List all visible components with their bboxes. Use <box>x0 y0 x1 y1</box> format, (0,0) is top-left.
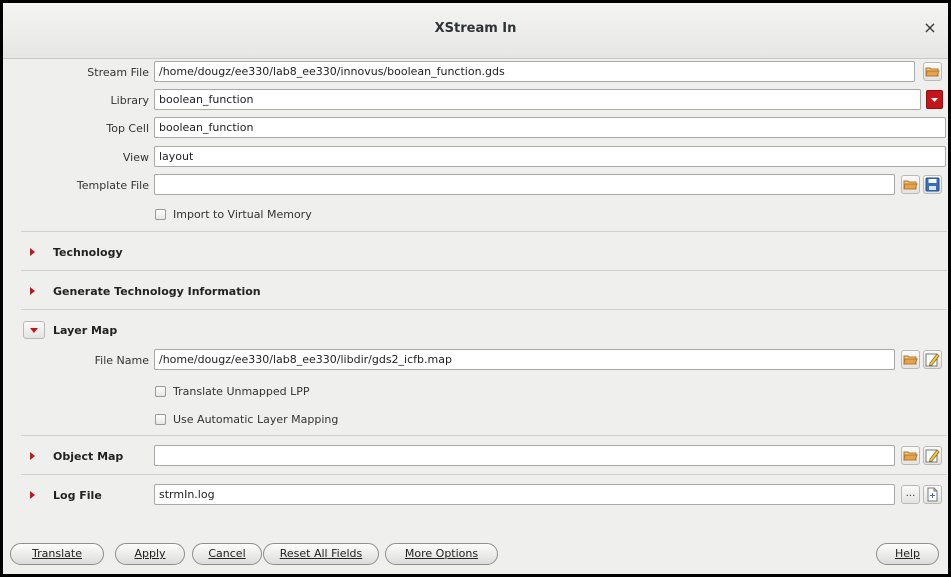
divider <box>21 231 947 232</box>
section-technology[interactable]: Technology <box>53 246 123 259</box>
folder-open-icon[interactable] <box>923 62 942 81</box>
dropdown-icon[interactable] <box>926 90 943 109</box>
import-virtual-memory-checkbox[interactable] <box>155 209 166 220</box>
use-automatic-layer-mapping-label: Use Automatic Layer Mapping <box>173 413 339 426</box>
more-options-button[interactable]: More Options <box>385 543 498 565</box>
title-bar[interactable]: XStream In × <box>3 3 948 59</box>
use-automatic-layer-mapping-checkbox[interactable] <box>155 414 166 425</box>
expand-arrow-icon[interactable] <box>30 287 35 295</box>
top-cell-label: Top Cell <box>106 122 149 135</box>
divider <box>21 270 947 271</box>
layer-map-file-name-label: File Name <box>94 354 149 367</box>
new-file-icon[interactable] <box>923 485 942 504</box>
collapse-arrow-icon[interactable] <box>23 321 45 339</box>
expand-arrow-icon[interactable] <box>30 491 35 499</box>
save-icon[interactable] <box>923 175 942 194</box>
window-title: XStream In <box>434 21 517 36</box>
top-cell-input[interactable] <box>154 117 946 138</box>
translate-unmapped-lpp-label: Translate Unmapped LPP <box>173 385 310 398</box>
edit-icon[interactable] <box>923 350 942 369</box>
divider <box>21 474 947 475</box>
help-button[interactable]: Help <box>876 543 939 565</box>
edit-icon[interactable] <box>923 446 942 465</box>
stream-file-input[interactable] <box>154 61 915 82</box>
apply-button[interactable]: Apply <box>115 543 185 565</box>
section-generate-technology-information[interactable]: Generate Technology Information <box>53 285 261 298</box>
import-virtual-memory-label: Import to Virtual Memory <box>173 208 312 221</box>
expand-arrow-icon[interactable] <box>30 452 35 460</box>
divider <box>21 435 947 436</box>
library-select[interactable]: boolean_function <box>154 89 921 110</box>
translate-unmapped-lpp-checkbox[interactable] <box>155 386 166 397</box>
section-log-file[interactable]: Log File <box>53 489 102 502</box>
layer-map-file-input[interactable] <box>154 349 895 370</box>
divider <box>21 309 947 310</box>
reset-all-fields-button[interactable]: Reset All Fields <box>263 543 379 565</box>
browse-button[interactable]: ... <box>901 485 920 504</box>
section-object-map[interactable]: Object Map <box>53 450 123 463</box>
translate-button[interactable]: Translate <box>10 543 104 565</box>
expand-arrow-icon[interactable] <box>30 248 35 256</box>
folder-open-icon[interactable] <box>901 175 920 194</box>
folder-open-icon[interactable] <box>901 350 920 369</box>
view-label: View <box>122 151 149 164</box>
template-file-input[interactable] <box>154 174 895 195</box>
section-layer-map[interactable]: Layer Map <box>53 324 117 337</box>
log-file-input[interactable] <box>154 484 895 505</box>
object-map-input[interactable] <box>154 445 895 466</box>
library-label: Library <box>110 94 149 107</box>
stream-file-label: Stream File <box>87 66 149 79</box>
xstream-in-dialog: XStream In × Stream File Library boolean… <box>3 3 948 574</box>
close-icon[interactable]: × <box>922 19 938 37</box>
template-file-label: Template File <box>76 179 149 192</box>
view-input[interactable] <box>154 146 946 167</box>
cancel-button[interactable]: Cancel <box>192 543 262 565</box>
folder-open-icon[interactable] <box>901 446 920 465</box>
